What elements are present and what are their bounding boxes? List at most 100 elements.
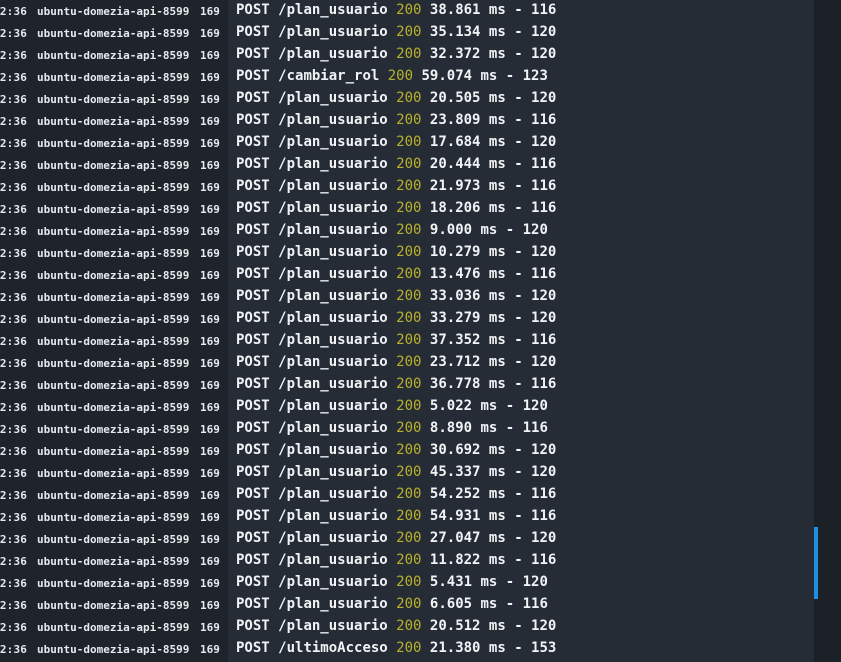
scrollbar-thumb[interactable] bbox=[814, 527, 818, 599]
log-timestamp: 02:36 bbox=[0, 533, 28, 546]
http-method: POST bbox=[236, 178, 270, 194]
log-row: 02:36 ubuntu-domezia-api-8599 169 POST /pla… bbox=[0, 375, 814, 397]
log-hostname: ubuntu-domezia-api-8599 bbox=[37, 599, 190, 612]
log-hostname: ubuntu-domezia-api-8599 bbox=[37, 357, 190, 370]
status-code: 200 bbox=[396, 574, 422, 590]
log-row: 02:36 ubuntu-domezia-api-8599 169 POST /pla… bbox=[0, 177, 814, 199]
status-code: 200 bbox=[396, 2, 422, 18]
http-method: POST bbox=[236, 640, 270, 656]
log-timestamp: 02:36 bbox=[0, 621, 28, 634]
log-hostname: ubuntu-domezia-api-8599 bbox=[37, 203, 190, 216]
http-method: POST bbox=[236, 442, 270, 458]
log-message: POST /plan_usuario 200 20.512 ms - 120 bbox=[236, 618, 556, 634]
log-hostname: ubuntu-domezia-api-8599 bbox=[37, 533, 190, 546]
log-timestamp: 02:36 bbox=[0, 577, 28, 590]
response-time-size: 37.352 ms - 116 bbox=[429, 332, 557, 348]
log-message: POST /plan_usuario 200 9.000 ms - 120 bbox=[236, 222, 548, 238]
status-code: 200 bbox=[396, 640, 422, 656]
log-timestamp: 02:36 bbox=[0, 225, 28, 238]
log-hostname: ubuntu-domezia-api-8599 bbox=[37, 577, 190, 590]
request-path: /cambiar_rol bbox=[278, 68, 380, 84]
log-message: POST /plan_usuario 200 11.822 ms - 116 bbox=[236, 552, 556, 568]
log-row: 02:36 ubuntu-domezia-api-8599 169 POST /pla… bbox=[0, 23, 814, 45]
status-code: 200 bbox=[396, 90, 422, 106]
log-pid: 169 bbox=[200, 137, 220, 150]
log-timestamp: 02:36 bbox=[0, 313, 28, 326]
log-message: POST /plan_usuario 200 30.692 ms - 120 bbox=[236, 442, 556, 458]
log-timestamp: 02:36 bbox=[0, 357, 28, 370]
request-path: /plan_usuario bbox=[278, 112, 388, 128]
log-timestamp: 02:36 bbox=[0, 555, 28, 568]
request-path: /plan_usuario bbox=[278, 442, 388, 458]
log-row: 02:36 ubuntu-domezia-api-8599 169 POST /pla… bbox=[0, 507, 814, 529]
log-message: POST /plan_usuario 200 37.352 ms - 116 bbox=[236, 332, 556, 348]
status-code: 200 bbox=[396, 508, 422, 524]
log-pid: 169 bbox=[200, 577, 220, 590]
http-method: POST bbox=[236, 574, 270, 590]
log-row: 02:36 ubuntu-domezia-api-8599 169 POST /pla… bbox=[0, 1, 814, 23]
status-code: 200 bbox=[396, 486, 422, 502]
http-method: POST bbox=[236, 112, 270, 128]
request-path: /plan_usuario bbox=[278, 90, 388, 106]
log-timestamp: 02:36 bbox=[0, 137, 28, 150]
http-method: POST bbox=[236, 552, 270, 568]
log-hostname: ubuntu-domezia-api-8599 bbox=[37, 313, 190, 326]
status-code: 200 bbox=[396, 398, 422, 414]
log-message: POST /plan_usuario 200 10.279 ms - 120 bbox=[236, 244, 556, 260]
http-method: POST bbox=[236, 596, 270, 612]
log-timestamp: 02:36 bbox=[0, 379, 28, 392]
http-method: POST bbox=[236, 376, 270, 392]
log-message: POST /plan_usuario 200 21.973 ms - 116 bbox=[236, 178, 556, 194]
log-message: POST /plan_usuario 200 35.134 ms - 120 bbox=[236, 24, 556, 40]
response-time-size: 21.380 ms - 153 bbox=[429, 640, 557, 656]
http-method: POST bbox=[236, 288, 270, 304]
log-message: POST /plan_usuario 200 38.861 ms - 116 bbox=[236, 2, 556, 18]
log-hostname: ubuntu-domezia-api-8599 bbox=[37, 291, 190, 304]
log-timestamp: 02:36 bbox=[0, 489, 28, 502]
response-time-size: 13.476 ms - 116 bbox=[429, 266, 557, 282]
http-method: POST bbox=[236, 134, 270, 150]
status-code: 200 bbox=[396, 222, 422, 238]
log-row: 02:36 ubuntu-domezia-api-8599 169 POST /pla… bbox=[0, 133, 814, 155]
log-message: POST /plan_usuario 200 20.505 ms - 120 bbox=[236, 90, 556, 106]
response-time-size: 59.074 ms - 123 bbox=[421, 68, 548, 84]
log-pid: 169 bbox=[200, 423, 220, 436]
status-code: 200 bbox=[396, 332, 422, 348]
log-timestamp: 02:36 bbox=[0, 49, 28, 62]
request-path: /plan_usuario bbox=[278, 508, 388, 524]
log-timestamp: 02:36 bbox=[0, 335, 28, 348]
log-pid: 169 bbox=[200, 203, 220, 216]
response-time-size: 23.809 ms - 116 bbox=[429, 112, 557, 128]
request-path: /plan_usuario bbox=[278, 222, 388, 238]
log-hostname: ubuntu-domezia-api-8599 bbox=[37, 181, 190, 194]
response-time-size: 45.337 ms - 120 bbox=[429, 464, 557, 480]
http-method: POST bbox=[236, 486, 270, 502]
status-code: 200 bbox=[396, 552, 422, 568]
status-code: 200 bbox=[387, 68, 414, 84]
http-method: POST bbox=[236, 2, 270, 18]
log-message: POST /plan_usuario 200 54.931 ms - 116 bbox=[236, 508, 556, 524]
status-code: 200 bbox=[396, 310, 422, 326]
log-timestamp: 02:36 bbox=[0, 467, 28, 480]
response-time-size: 30.692 ms - 120 bbox=[429, 442, 557, 458]
log-hostname: ubuntu-domezia-api-8599 bbox=[37, 379, 190, 392]
request-path: /plan_usuario bbox=[278, 574, 388, 590]
log-hostname: ubuntu-domezia-api-8599 bbox=[37, 49, 190, 62]
log-message: POST /cambiar_rol 200 59.074 ms - 123 bbox=[236, 68, 548, 84]
status-code: 200 bbox=[396, 376, 422, 392]
response-time-size: 54.252 ms - 116 bbox=[429, 486, 557, 502]
log-timestamp: 02:36 bbox=[0, 445, 28, 458]
log-pid: 169 bbox=[200, 269, 220, 282]
request-path: /plan_usuario bbox=[278, 420, 388, 436]
log-pid: 169 bbox=[200, 115, 220, 128]
status-code: 200 bbox=[396, 420, 422, 436]
log-hostname: ubuntu-domezia-api-8599 bbox=[37, 137, 190, 150]
log-row: 02:36 ubuntu-domezia-api-8599 169 POST /pla… bbox=[0, 419, 814, 441]
log-row: 02:36 ubuntu-domezia-api-8599 169 POST /pla… bbox=[0, 45, 814, 67]
response-time-size: 38.861 ms - 116 bbox=[429, 2, 557, 18]
response-time-size: 54.931 ms - 116 bbox=[429, 508, 557, 524]
scrollbar-track[interactable] bbox=[814, 0, 841, 662]
log-pid: 169 bbox=[200, 379, 220, 392]
response-time-size: 33.036 ms - 120 bbox=[429, 288, 557, 304]
http-method: POST bbox=[236, 266, 270, 282]
